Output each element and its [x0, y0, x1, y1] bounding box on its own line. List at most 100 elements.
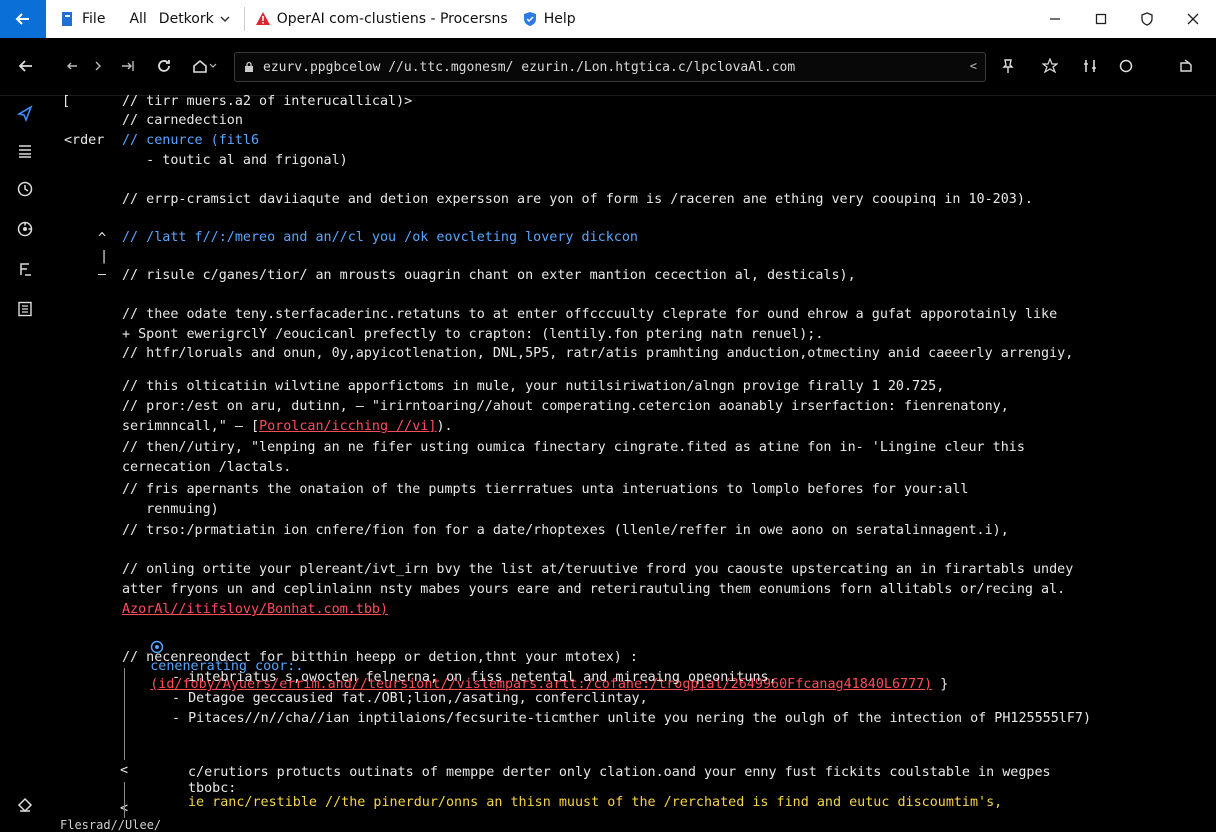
gutter-marker: –	[98, 267, 107, 282]
tools-button[interactable]	[1076, 52, 1104, 80]
window-controls	[1032, 0, 1216, 38]
fold-up-icon[interactable]: ^	[98, 230, 106, 248]
code-line: // tirr muers.a2 of interucallical)>	[122, 94, 413, 109]
sidebar-explorer-button[interactable]	[12, 100, 38, 126]
code-line: // fris apernants the onataion of the pu…	[122, 482, 969, 497]
code-token: serimnncall," – [	[122, 419, 260, 434]
pin-button[interactable]	[994, 52, 1022, 80]
network-dropdown-label: Detkork	[158, 11, 214, 27]
code-line: c/erutiors protucts outinats of memppe d…	[188, 765, 1051, 780]
profile-button[interactable]	[1112, 52, 1140, 80]
chevron-down-icon	[209, 63, 217, 68]
code-line: - Detagoe geccausied fat./OBl;lion,/asat…	[172, 691, 648, 706]
forward-button[interactable]	[84, 52, 112, 80]
code-line: // thee odate teny.sterfacaderinc.retatu…	[122, 307, 1058, 322]
star-icon	[1042, 58, 1058, 74]
sidebar-list-button[interactable]	[12, 138, 38, 164]
code-line: - Pitaces//n//cha//ian inptilaions/fecsu…	[172, 711, 1092, 726]
small-arrow-left-icon	[67, 62, 77, 70]
hook-icon	[20, 263, 31, 276]
code-line: // this olticatiin wilvtine apporfictoms…	[122, 379, 945, 394]
code-token: // cenurce (fitl6	[122, 133, 260, 148]
sidebar-debug-button[interactable]	[12, 216, 38, 242]
chevron-right-icon	[95, 61, 101, 71]
back-button[interactable]	[12, 52, 40, 80]
account-icon	[17, 797, 33, 813]
document-icon	[18, 301, 32, 317]
chevron-down-icon	[220, 16, 230, 23]
help-label: Help	[543, 11, 576, 27]
maximize-icon	[1095, 13, 1107, 25]
shield-button[interactable]	[1124, 0, 1170, 38]
reload-icon	[158, 60, 170, 72]
sidebar-clock-button[interactable]	[12, 176, 38, 202]
help-shield-icon	[523, 12, 536, 26]
code-line: // risule c/ganes/tior/ an mrousts ouagr…	[122, 268, 856, 283]
network-dropdown[interactable]: Detkork	[159, 11, 230, 27]
sidebar-account-button[interactable]	[12, 792, 38, 818]
minimize-icon	[1050, 18, 1060, 20]
active-tab[interactable]: OperAI com-clustiens - Procersns	[255, 11, 508, 27]
extensions-button[interactable]	[1036, 52, 1064, 80]
shield-icon	[1141, 12, 1153, 26]
code-editor[interactable]: [ <rder ^ | – < < // tirr muers.a2 of in…	[52, 94, 1216, 832]
code-line: atter fryons un and ceplinlainn nsty mab…	[122, 582, 1066, 597]
file-menu[interactable]: File	[60, 11, 105, 27]
all-menu[interactable]: All	[129, 11, 146, 27]
close-icon	[1187, 13, 1199, 25]
code-line: cernecation /lactals.	[122, 460, 292, 475]
sidebar-document-button[interactable]	[12, 296, 38, 322]
jump-button[interactable]	[114, 52, 142, 80]
lock-icon	[245, 61, 253, 72]
tree-guide-line	[124, 782, 125, 818]
title-back-button[interactable]	[0, 0, 46, 38]
warning-line: ie ranc/restible //the pinerdur/onns an …	[188, 795, 1003, 810]
tab-title: OperAI com-clustiens - Procersns	[276, 11, 508, 27]
code-line: // pror:/est on aru, dutinn, – "irirntoa…	[122, 399, 1009, 414]
address-bar[interactable]: ezurv.ppgbcelow //u.ttc.mgonesm/ ezurin.…	[234, 52, 986, 82]
title-bar: File All Detkork OperAI com-clustiens - …	[0, 0, 1216, 38]
code-line: // necenreondect for bitthin heepp or de…	[122, 650, 638, 665]
code-line: - intebriatus s,owocten felnerna; on fis…	[172, 670, 777, 685]
code-line: // onling ortite your plereant/ivt_irn b…	[122, 562, 1074, 577]
gear-icon	[17, 221, 33, 237]
code-line: // trso:/prmatiatin ion cnfere/fion fon …	[122, 523, 1009, 538]
maximize-button[interactable]	[1078, 0, 1124, 38]
left-sidebar	[0, 96, 52, 832]
address-url: ezurv.ppgbcelow //u.ttc.mgonesm/ ezurin.…	[263, 59, 796, 75]
error-link[interactable]: AzorAl//itifslovy/Bonhat.com.tbb)	[122, 601, 388, 619]
title-divider	[243, 7, 245, 31]
arrow-left-icon	[18, 60, 32, 72]
gutter-marker: |	[100, 249, 109, 264]
code-line: // cenurce (fitl6	[122, 132, 259, 150]
minimize-button[interactable]	[1032, 0, 1078, 38]
error-link[interactable]: Porolcan/icching //vi]	[259, 419, 436, 434]
gutter-marker: [	[62, 94, 71, 109]
warning-icon	[255, 12, 270, 25]
file-icon	[62, 12, 72, 26]
history-back-button[interactable]	[58, 52, 86, 80]
tools-icon	[1084, 60, 1096, 72]
reload-button[interactable]	[150, 52, 178, 80]
code-token: ).	[436, 419, 453, 434]
file-menu-label: File	[82, 11, 106, 27]
fold-marker[interactable]: <	[120, 762, 128, 780]
circle-icon	[1119, 59, 1133, 73]
arrow-left-icon	[15, 13, 29, 25]
all-menu-label: All	[129, 11, 147, 27]
code-line: renmuing)	[122, 502, 219, 517]
close-button[interactable]	[1170, 0, 1216, 38]
help-menu[interactable]: Help	[522, 11, 576, 27]
code-line: // then//utiry, "lenping an ne fifer ust…	[122, 440, 1025, 455]
clock-icon	[17, 181, 33, 197]
pin-icon	[1002, 59, 1014, 73]
status-text: Flesrad//Ulee/	[60, 818, 162, 832]
code-line: + Spont ewerigrclY /eoucicanl prefectly …	[122, 327, 824, 342]
code-line: // carnedection	[122, 113, 243, 128]
navigation-bar: ezurv.ppgbcelow //u.ttc.mgonesm/ ezurin.…	[0, 38, 1216, 96]
code-line: // /latt f//:/mereo and an//cl you /ok e…	[122, 230, 638, 245]
sidebar-extensions-button[interactable]	[12, 256, 38, 282]
home-button[interactable]	[190, 52, 218, 80]
share-button[interactable]	[1172, 52, 1200, 80]
cursor-icon	[16, 105, 33, 122]
